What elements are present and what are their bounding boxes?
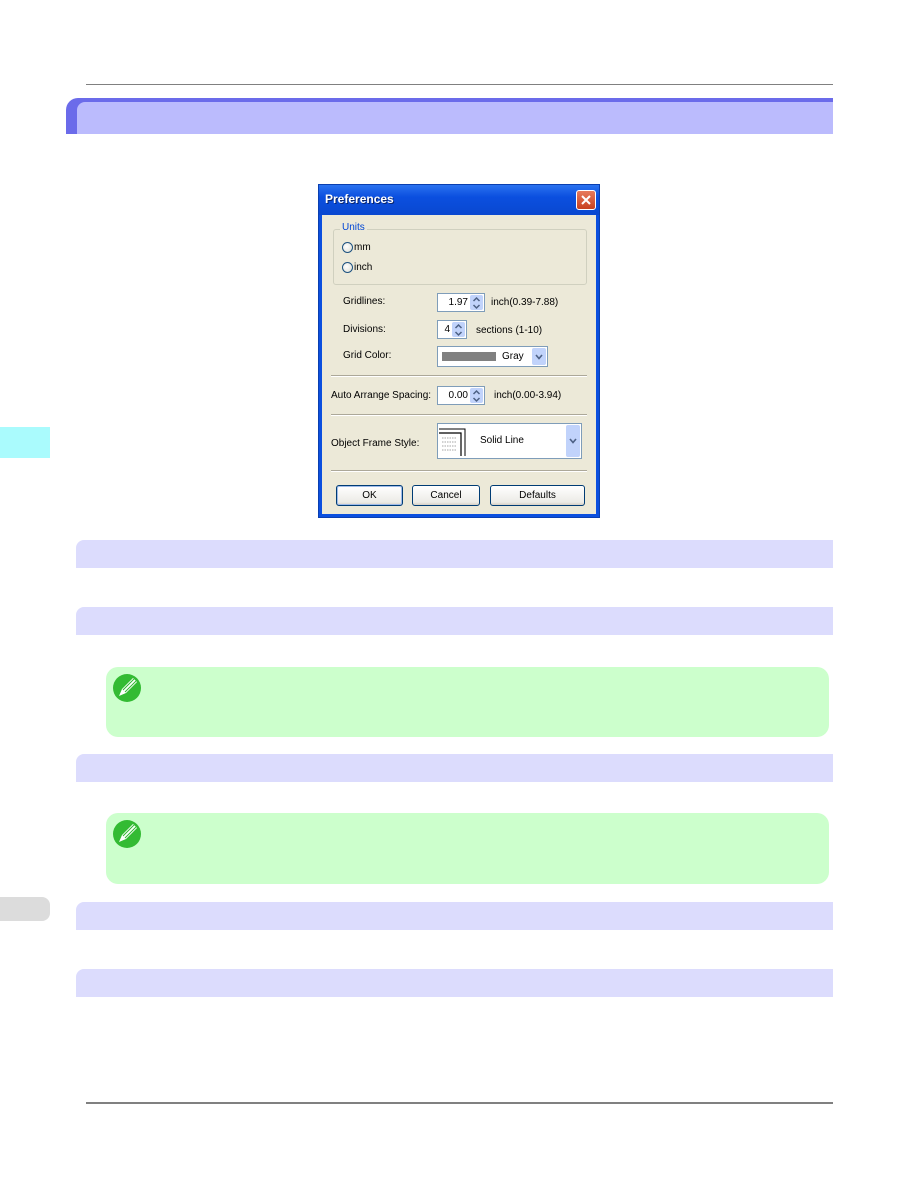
grid-color-swatch [442, 352, 496, 361]
spin-up-down-icon [454, 323, 463, 337]
radio-mm[interactable]: mm [342, 242, 371, 253]
footer-rule [86, 1102, 833, 1104]
section-heading-bar [76, 540, 833, 568]
grid-color-select[interactable]: Gray [437, 346, 548, 367]
ok-button[interactable]: OK [336, 485, 403, 506]
spin-up-down-icon [472, 296, 481, 310]
dialog-frame-left [319, 215, 322, 517]
header-rule [86, 84, 833, 85]
radio-inch[interactable]: inch [342, 262, 372, 273]
frame-style-select[interactable]: Solid Line [437, 423, 582, 459]
note-box [106, 667, 829, 737]
separator [331, 375, 587, 377]
pencil-note-icon [113, 674, 141, 702]
units-legend: Units [340, 222, 367, 233]
note-box [106, 813, 829, 884]
separator [331, 414, 587, 416]
dialog-frame-bottom [319, 514, 599, 517]
close-icon [581, 195, 591, 205]
divisions-input[interactable]: 4 [437, 320, 467, 339]
pencil-note-icon [113, 820, 141, 848]
radio-button-icon[interactable] [342, 242, 353, 253]
radio-inch-label: inch [354, 262, 373, 273]
divisions-label: Divisions: [343, 324, 386, 335]
radio-button-icon[interactable] [342, 262, 353, 273]
dialog-title: Preferences [325, 192, 394, 206]
index-side-tab [0, 897, 50, 921]
section-heading-bar [76, 969, 833, 997]
frame-style-label: Object Frame Style: [331, 438, 420, 449]
chapter-title-bar-fill [77, 102, 833, 134]
frame-style-dropdown-button[interactable] [566, 425, 580, 457]
grid-color-label: Grid Color: [343, 350, 392, 361]
dialog-titlebar[interactable]: Preferences [319, 185, 599, 215]
cancel-button[interactable]: Cancel [412, 485, 480, 506]
chevron-down-icon [535, 353, 543, 360]
separator [331, 470, 587, 472]
preferences-dialog: Preferences Units mm inch Gridlines: 1.9… [318, 184, 600, 518]
dialog-frame-right [596, 215, 599, 517]
radio-mm-label: mm [354, 242, 371, 253]
divisions-value: 4 [444, 324, 450, 335]
auto-arrange-range: inch(0.00-3.94) [494, 390, 562, 401]
section-heading-bar [76, 754, 833, 782]
divisions-range: sections (1-10) [476, 325, 543, 336]
frame-style-value: Solid Line [480, 435, 524, 446]
divisions-spinner[interactable] [452, 322, 465, 337]
gridlines-value: 1.97 [448, 297, 468, 308]
grid-color-value: Gray [502, 351, 524, 362]
close-button[interactable] [576, 190, 596, 210]
gridlines-input[interactable]: 1.97 [437, 293, 485, 312]
section-heading-bar [76, 902, 833, 930]
gridlines-range: inch(0.39-7.88) [491, 297, 559, 308]
auto-arrange-spinner[interactable] [470, 388, 483, 403]
auto-arrange-label: Auto Arrange Spacing: [331, 390, 432, 401]
chapter-title-bar [66, 98, 833, 134]
gridlines-spinner[interactable] [470, 295, 483, 310]
auto-arrange-value: 0.00 [448, 390, 468, 401]
units-groupbox: Units mm inch [333, 222, 587, 285]
auto-arrange-input[interactable]: 0.00 [437, 386, 485, 405]
frame-style-preview-icon [439, 428, 466, 456]
section-heading-bar [76, 607, 833, 635]
defaults-button[interactable]: Defaults [490, 485, 585, 506]
gridlines-label: Gridlines: [343, 296, 386, 307]
chapter-side-tab [0, 427, 50, 458]
chevron-down-icon [569, 438, 577, 444]
spin-up-down-icon [472, 389, 481, 403]
grid-color-dropdown-button[interactable] [532, 348, 546, 365]
